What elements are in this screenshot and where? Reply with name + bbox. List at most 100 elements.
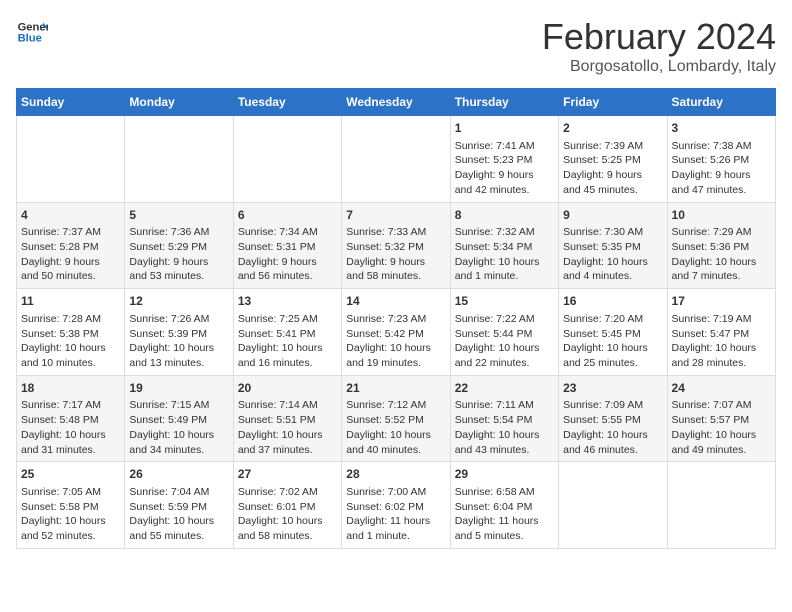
day-content: Sunrise: 7:04 AM Sunset: 5:59 PM Dayligh… (129, 485, 228, 544)
week-row-4: 18Sunrise: 7:17 AM Sunset: 5:48 PM Dayli… (17, 375, 776, 462)
day-number: 9 (563, 207, 662, 224)
day-number: 11 (21, 293, 120, 310)
day-content: Sunrise: 7:28 AM Sunset: 5:38 PM Dayligh… (21, 312, 120, 371)
week-row-1: 1Sunrise: 7:41 AM Sunset: 5:23 PM Daylig… (17, 116, 776, 203)
cell-1-1 (17, 116, 125, 203)
day-content: Sunrise: 7:39 AM Sunset: 5:25 PM Dayligh… (563, 139, 662, 198)
main-title: February 2024 (542, 16, 776, 58)
cell-2-3: 6Sunrise: 7:34 AM Sunset: 5:31 PM Daylig… (233, 202, 341, 289)
day-number: 20 (238, 380, 337, 397)
day-number: 19 (129, 380, 228, 397)
day-number: 8 (455, 207, 554, 224)
title-area: February 2024 Borgosatollo, Lombardy, It… (542, 16, 776, 76)
cell-4-7: 24Sunrise: 7:07 AM Sunset: 5:57 PM Dayli… (667, 375, 775, 462)
cell-5-7 (667, 462, 775, 549)
cell-3-3: 13Sunrise: 7:25 AM Sunset: 5:41 PM Dayli… (233, 289, 341, 376)
header-friday: Friday (559, 89, 667, 116)
day-number: 14 (346, 293, 445, 310)
cell-3-7: 17Sunrise: 7:19 AM Sunset: 5:47 PM Dayli… (667, 289, 775, 376)
day-content: Sunrise: 7:09 AM Sunset: 5:55 PM Dayligh… (563, 398, 662, 457)
day-number: 3 (672, 120, 771, 137)
calendar-header: SundayMondayTuesdayWednesdayThursdayFrid… (17, 89, 776, 116)
day-content: Sunrise: 6:58 AM Sunset: 6:04 PM Dayligh… (455, 485, 554, 544)
cell-3-4: 14 Sunrise: 7:23 AM Sunset: 5:42 PM Dayli… (342, 289, 450, 376)
cell-5-6 (559, 462, 667, 549)
day-number: 4 (21, 207, 120, 224)
subtitle: Borgosatollo, Lombardy, Italy (542, 58, 776, 76)
day-number: 5 (129, 207, 228, 224)
day-number: 23 (563, 380, 662, 397)
cell-4-2: 19Sunrise: 7:15 AM Sunset: 5:49 PM Dayli… (125, 375, 233, 462)
day-number: 28 (346, 466, 445, 483)
day-number: 15 (455, 293, 554, 310)
cell-2-5: 8Sunrise: 7:32 AM Sunset: 5:34 PM Daylig… (450, 202, 558, 289)
day-content: Sunrise: 7:41 AM Sunset: 5:23 PM Dayligh… (455, 139, 554, 198)
cell-3-5: 15Sunrise: 7:22 AM Sunset: 5:44 PM Dayli… (450, 289, 558, 376)
day-content: Sunrise: 7:26 AM Sunset: 5:39 PM Dayligh… (129, 312, 228, 371)
cell-3-1: 11 Sunrise: 7:28 AM Sunset: 5:38 PM Dayli… (17, 289, 125, 376)
day-content: Sunrise: 7:32 AM Sunset: 5:34 PM Dayligh… (455, 225, 554, 284)
cell-1-7: 3 Sunrise: 7:38 AM Sunset: 5:26 PM Daylig… (667, 116, 775, 203)
day-number: 7 (346, 207, 445, 224)
header-monday: Monday (125, 89, 233, 116)
cell-3-6: 16 Sunrise: 7:20 AM Sunset: 5:45 PM Dayli… (559, 289, 667, 376)
day-number: 6 (238, 207, 337, 224)
week-row-5: 25 Sunrise: 7:05 AM Sunset: 5:58 PM Dayli… (17, 462, 776, 549)
cell-5-5: 29 Sunrise: 6:58 AM Sunset: 6:04 PM Dayli… (450, 462, 558, 549)
day-content: Sunrise: 7:17 AM Sunset: 5:48 PM Dayligh… (21, 398, 120, 457)
header-wednesday: Wednesday (342, 89, 450, 116)
day-content: Sunrise: 7:15 AM Sunset: 5:49 PM Dayligh… (129, 398, 228, 457)
day-content: Sunrise: 7:02 AM Sunset: 6:01 PM Dayligh… (238, 485, 337, 544)
day-content: Sunrise: 7:34 AM Sunset: 5:31 PM Dayligh… (238, 225, 337, 284)
day-number: 29 (455, 466, 554, 483)
day-number: 24 (672, 380, 771, 397)
cell-5-2: 26 Sunrise: 7:04 AM Sunset: 5:59 PM Dayli… (125, 462, 233, 549)
cell-1-5: 1Sunrise: 7:41 AM Sunset: 5:23 PM Daylig… (450, 116, 558, 203)
day-number: 18 (21, 380, 120, 397)
logo-icon: General Blue (16, 16, 48, 48)
day-number: 16 (563, 293, 662, 310)
day-content: Sunrise: 7:25 AM Sunset: 5:41 PM Dayligh… (238, 312, 337, 371)
day-number: 26 (129, 466, 228, 483)
svg-text:Blue: Blue (18, 33, 42, 45)
day-content: Sunrise: 7:14 AM Sunset: 5:51 PM Dayligh… (238, 398, 337, 457)
header: General Blue February 2024 Borgosatollo,… (16, 16, 776, 76)
day-content: Sunrise: 7:23 AM Sunset: 5:42 PM Dayligh… (346, 312, 445, 371)
cell-1-6: 2 Sunrise: 7:39 AM Sunset: 5:25 PM Daylig… (559, 116, 667, 203)
cell-2-6: 9Sunrise: 7:30 AM Sunset: 5:35 PM Daylig… (559, 202, 667, 289)
day-number: 22 (455, 380, 554, 397)
cell-5-1: 25 Sunrise: 7:05 AM Sunset: 5:58 PM Dayli… (17, 462, 125, 549)
cell-5-4: 28Sunrise: 7:00 AM Sunset: 6:02 PM Dayli… (342, 462, 450, 549)
cell-2-2: 5Sunrise: 7:36 AM Sunset: 5:29 PM Daylig… (125, 202, 233, 289)
week-row-3: 11 Sunrise: 7:28 AM Sunset: 5:38 PM Dayli… (17, 289, 776, 376)
cell-2-1: 4Sunrise: 7:37 AM Sunset: 5:28 PM Daylig… (17, 202, 125, 289)
logo: General Blue (16, 16, 48, 48)
cell-1-3 (233, 116, 341, 203)
cell-1-2 (125, 116, 233, 203)
cell-4-6: 23Sunrise: 7:09 AM Sunset: 5:55 PM Dayli… (559, 375, 667, 462)
day-number: 25 (21, 466, 120, 483)
header-saturday: Saturday (667, 89, 775, 116)
cell-4-1: 18Sunrise: 7:17 AM Sunset: 5:48 PM Dayli… (17, 375, 125, 462)
day-number: 27 (238, 466, 337, 483)
cell-5-3: 27 Sunrise: 7:02 AM Sunset: 6:01 PM Dayli… (233, 462, 341, 549)
header-sunday: Sunday (17, 89, 125, 116)
day-number: 10 (672, 207, 771, 224)
day-content: Sunrise: 7:37 AM Sunset: 5:28 PM Dayligh… (21, 225, 120, 284)
day-number: 17 (672, 293, 771, 310)
cell-4-5: 22Sunrise: 7:11 AM Sunset: 5:54 PM Dayli… (450, 375, 558, 462)
day-number: 21 (346, 380, 445, 397)
day-content: Sunrise: 7:07 AM Sunset: 5:57 PM Dayligh… (672, 398, 771, 457)
day-number: 2 (563, 120, 662, 137)
day-number: 12 (129, 293, 228, 310)
day-content: Sunrise: 7:12 AM Sunset: 5:52 PM Dayligh… (346, 398, 445, 457)
day-content: Sunrise: 7:20 AM Sunset: 5:45 PM Dayligh… (563, 312, 662, 371)
day-content: Sunrise: 7:36 AM Sunset: 5:29 PM Dayligh… (129, 225, 228, 284)
day-content: Sunrise: 7:05 AM Sunset: 5:58 PM Dayligh… (21, 485, 120, 544)
week-row-2: 4Sunrise: 7:37 AM Sunset: 5:28 PM Daylig… (17, 202, 776, 289)
header-thursday: Thursday (450, 89, 558, 116)
day-content: Sunrise: 7:30 AM Sunset: 5:35 PM Dayligh… (563, 225, 662, 284)
cell-4-3: 20Sunrise: 7:14 AM Sunset: 5:51 PM Dayli… (233, 375, 341, 462)
cell-3-2: 12 Sunrise: 7:26 AM Sunset: 5:39 PM Dayli… (125, 289, 233, 376)
day-content: Sunrise: 7:38 AM Sunset: 5:26 PM Dayligh… (672, 139, 771, 198)
